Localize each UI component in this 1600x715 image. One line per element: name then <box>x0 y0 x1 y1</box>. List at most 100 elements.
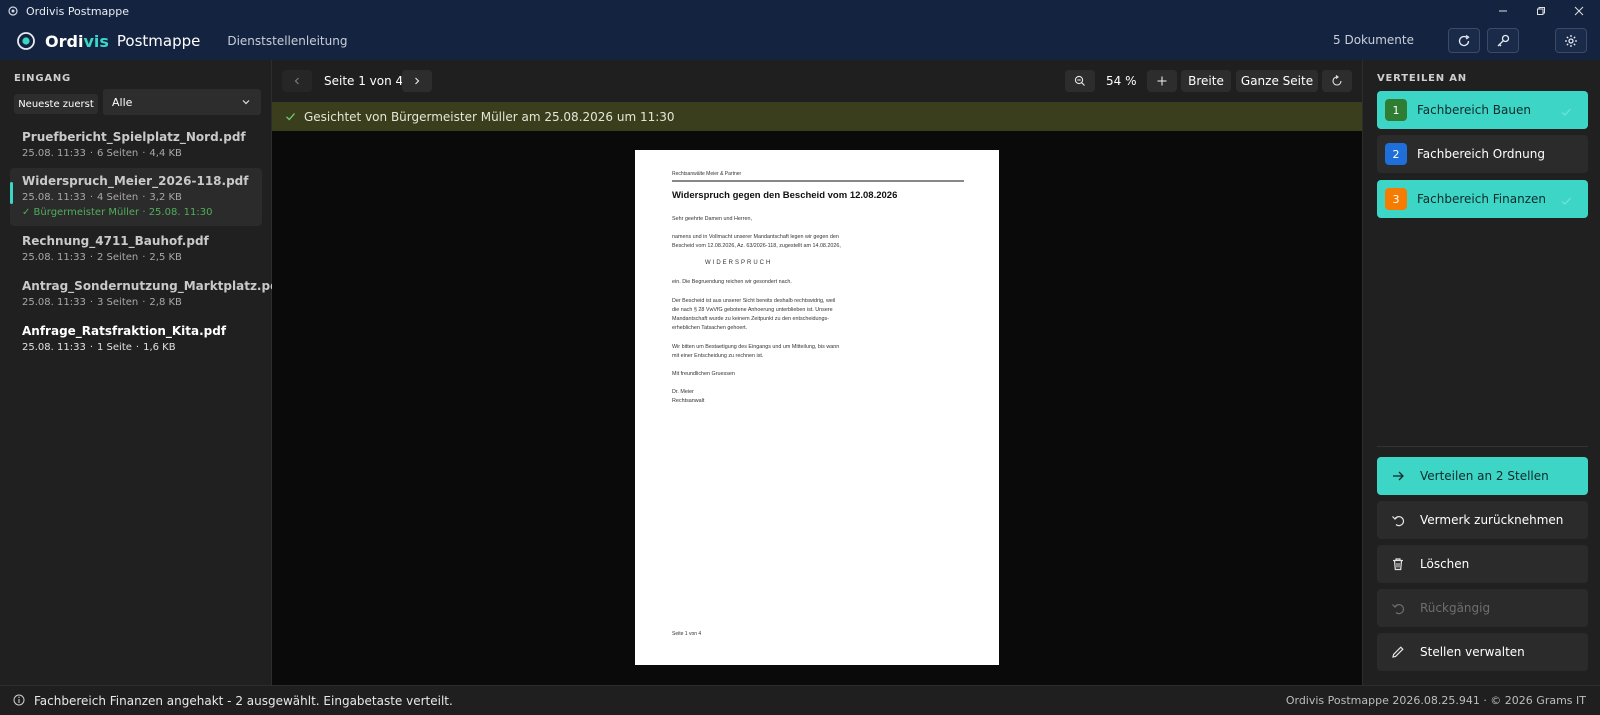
document-time: 25.08. 11:33 <box>22 252 86 263</box>
document-pages: 2 Seiten <box>97 252 139 263</box>
zoom-level: 54 % <box>1106 74 1137 88</box>
document-meta: 25.08. 11:33 · 3 Seiten · 2,8 KB <box>22 297 182 308</box>
target-label: Fachbereich Bauen <box>1417 103 1531 117</box>
letter-line: ein. Die Begruendung reichen wir gesonde… <box>672 279 792 285</box>
document-size: 4,4 KB <box>149 148 182 159</box>
letter-line: Wir bitten um Bestaetigung des Eingangs … <box>672 344 840 350</box>
delete-label: Löschen <box>1420 557 1470 571</box>
settings-button[interactable] <box>1555 28 1587 53</box>
letter-line: mit einer Entscheidung zu rechnen ist. <box>672 353 764 359</box>
document-size: 2,5 KB <box>149 252 182 263</box>
previous-page-button[interactable] <box>282 70 312 92</box>
undo-button[interactable]: Rückgängig <box>1377 589 1588 627</box>
revoke-note-button[interactable]: Vermerk zurücknehmen <box>1377 501 1588 539</box>
minimize-button[interactable] <box>1484 0 1522 22</box>
refresh-button[interactable] <box>1448 28 1480 53</box>
document-meta: 25.08. 11:33 · 1 Seite · 1,6 KB <box>22 342 176 353</box>
document-item[interactable]: Antrag_Sondernutzung_Marktplatz.pdf 25.0… <box>10 273 284 317</box>
document-meta: 25.08. 11:33 · 2 Seiten · 2,5 KB <box>22 252 182 263</box>
letter-line: namens und in Vollmacht unserer Mandants… <box>672 234 839 240</box>
letter-line: Dr. Meier <box>672 389 694 395</box>
viewer-toolbar: Seite 1 von 4 54 % Breite Ganze Seite <box>272 60 1362 102</box>
check-icon <box>1560 103 1572 122</box>
plus-icon <box>1157 76 1167 86</box>
window-title: Ordivis Postmappe <box>26 4 130 18</box>
page-indicator: Seite 1 von 4 <box>324 74 404 88</box>
document-pages: 3 Seiten <box>97 297 139 308</box>
document-item-selected[interactable]: Widerspruch_Meier_2026-118.pdf 25.08. 11… <box>10 168 262 226</box>
fit-page-button[interactable]: Ganze Seite <box>1236 70 1318 92</box>
delete-button[interactable]: Löschen <box>1377 545 1588 583</box>
document-pages: 1 Seite <box>97 342 132 353</box>
document-item[interactable]: Anfrage_Ratsfraktion_Kita.pdf 25.08. 11:… <box>10 318 262 362</box>
distribute-panel: VERTEILEN AN 1 Fachbereich Bauen 2 Fachb… <box>1362 60 1600 685</box>
target-number-badge: 1 <box>1385 99 1407 121</box>
key-button[interactable] <box>1487 28 1519 53</box>
letter-line: Bescheid vom 12.08.2026, Az. 63/2026-118… <box>672 243 841 249</box>
logo-icon <box>16 31 36 51</box>
revoke-note-label: Vermerk zurücknehmen <box>1420 513 1564 527</box>
document-count: 5 Dokumente <box>1333 33 1414 47</box>
document-pages: 6 Seiten <box>97 148 139 159</box>
manage-targets-button[interactable]: Stellen verwalten <box>1377 633 1588 671</box>
undo-label: Rückgängig <box>1420 601 1491 615</box>
document-time: 25.08. 11:33 <box>22 148 86 159</box>
next-page-button[interactable] <box>402 70 432 92</box>
key-icon <box>1497 34 1510 46</box>
document-name: Anfrage_Ratsfraktion_Kita.pdf <box>22 324 227 338</box>
restore-button[interactable] <box>1522 0 1560 22</box>
target-fachbereich-ordnung[interactable]: 2 Fachbereich Ordnung <box>1377 135 1588 173</box>
fit-width-button[interactable]: Breite <box>1181 70 1231 92</box>
inbox-sidebar: EINGANG Neueste zuerst Alle Pruefbericht… <box>0 60 284 685</box>
letter-subject: Widerspruch gegen den Bescheid vom 12.08… <box>672 190 898 201</box>
zoom-out-button[interactable] <box>1065 70 1095 92</box>
status-bar: Fachbereich Finanzen angehakt - 2 ausgew… <box>0 685 1600 715</box>
undo-icon <box>1390 512 1406 528</box>
letter-line: erheblichen Tatsachen gehoert. <box>672 325 748 331</box>
document-meta: 25.08. 11:33 · 6 Seiten · 4,4 KB <box>22 148 182 159</box>
close-button[interactable] <box>1560 0 1598 22</box>
zoom-in-button[interactable] <box>1147 70 1177 92</box>
chevron-down-icon <box>241 97 251 110</box>
brand-main: Ordi <box>45 31 84 51</box>
inbox-title: EINGANG <box>14 73 72 84</box>
document-size: 2,8 KB <box>149 297 182 308</box>
user-role: Dienststellenleitung <box>227 34 348 48</box>
status-message: Fachbereich Finanzen angehakt - 2 ausgew… <box>34 693 453 708</box>
manage-targets-label: Stellen verwalten <box>1420 645 1525 659</box>
document-name: Antrag_Sondernutzung_Marktplatz.pdf <box>22 279 284 293</box>
document-name: Rechnung_4711_Bauhof.pdf <box>22 234 209 248</box>
letter-heading: WIDERSPRUCH <box>705 260 773 266</box>
sort-button[interactable]: Neueste zuerst <box>14 94 98 114</box>
document-item[interactable]: Pruefbericht_Spielplatz_Nord.pdf 25.08. … <box>10 124 262 168</box>
letter-line: Der Bescheid ist aus unserer Sicht berei… <box>672 298 836 304</box>
distribute-button[interactable]: Verteilen an 2 Stellen <box>1377 457 1588 495</box>
rotate-button[interactable] <box>1322 70 1352 92</box>
document-item[interactable]: Rechnung_4711_Bauhof.pdf 25.08. 11:33 · 2 … <box>10 228 262 272</box>
letterhead-rule <box>672 180 964 182</box>
review-banner-text: Gesichtet von Bürgermeister Müller am 25… <box>304 109 675 124</box>
app-window: Ordivis Postmappe Ordivis Postmappe Dien… <box>0 0 1600 715</box>
document-size: 1,6 KB <box>143 342 176 353</box>
document-viewer: Seite 1 von 4 54 % Breite Ganze Seite Ge… <box>272 60 1362 685</box>
target-fachbereich-bauen[interactable]: 1 Fachbereich Bauen <box>1377 91 1588 129</box>
target-fachbereich-finanzen[interactable]: 3 Fachbereich Finanzen <box>1377 180 1588 218</box>
target-label: Fachbereich Finanzen <box>1417 192 1546 206</box>
letterhead: Rechtsanwälte Meier & Partner <box>672 171 742 177</box>
document-time: 25.08. 11:33 <box>22 342 86 353</box>
selection-indicator <box>10 182 13 204</box>
letter-line: Mit freundlichen Gruessen <box>672 371 735 377</box>
panel-divider <box>1377 446 1588 447</box>
document-name: Pruefbericht_Spielplatz_Nord.pdf <box>22 130 246 144</box>
pencil-icon <box>1390 644 1406 660</box>
distribute-label: Verteilen an 2 Stellen <box>1420 469 1549 483</box>
check-icon <box>285 107 296 126</box>
app-header: Ordivis Postmappe Dienststellenleitung 5… <box>0 22 1600 60</box>
gear-icon <box>1565 34 1577 47</box>
document-time: 25.08. 11:33 <box>22 192 86 203</box>
review-stamp: ✓ Bürgermeister Müller · 25.08. 11:30 <box>22 207 213 218</box>
version-info: Ordivis Postmappe 2026.08.25.941 · © 202… <box>1285 694 1586 707</box>
refresh-icon <box>1458 34 1470 46</box>
filter-dropdown[interactable]: Alle <box>103 89 261 115</box>
brand-accent: vis <box>83 31 109 51</box>
